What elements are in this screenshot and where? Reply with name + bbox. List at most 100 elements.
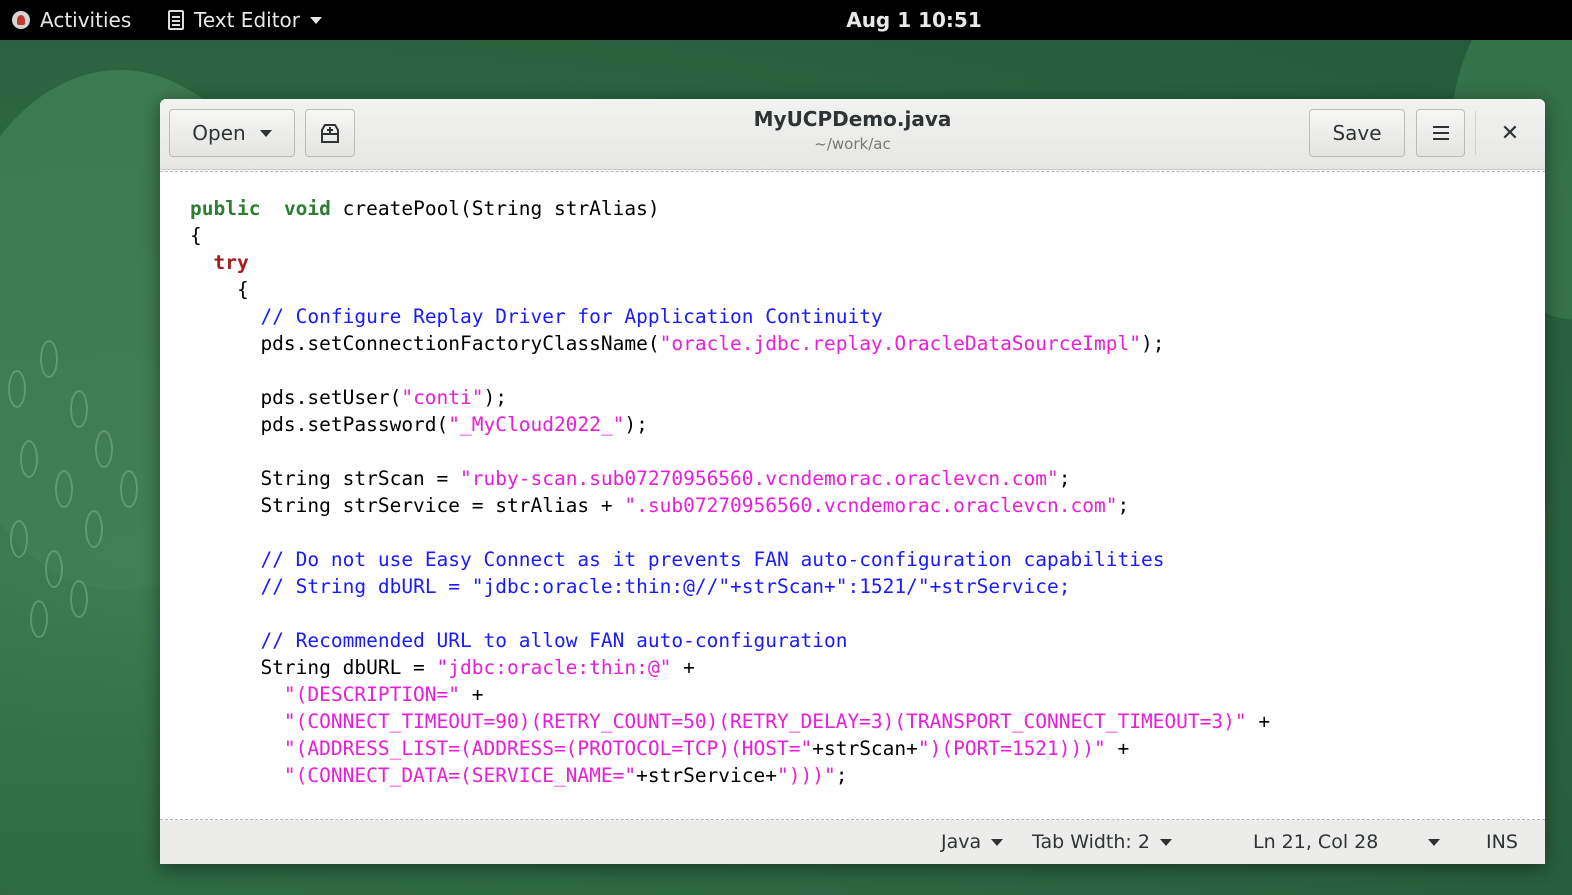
code-line: String strService = strAlias + ".sub0727… [190, 492, 1270, 519]
code-line: public void createPool(String strAlias) [190, 195, 1270, 222]
comment: // String dbURL = "jdbc:oracle:thin:@//"… [260, 575, 1071, 598]
code-editor[interactable]: public void createPool(String strAlias){… [160, 173, 1545, 819]
string-literal: ")))" [777, 764, 836, 787]
comment: // Recommended URL to allow FAN auto-con… [260, 629, 848, 652]
tab-width-selector[interactable]: Tab Width: 2 [1032, 820, 1172, 864]
code-token: pds.setPassword( [190, 413, 449, 436]
code-line: String strScan = "ruby-scan.sub072709565… [190, 465, 1270, 492]
save-button[interactable]: Save [1309, 109, 1405, 157]
code-line: // Recommended URL to allow FAN auto-con… [190, 627, 1270, 654]
activities-label: Activities [40, 8, 132, 32]
open-button[interactable]: Open [169, 109, 295, 157]
code-text[interactable]: public void createPool(String strAlias){… [190, 195, 1270, 789]
string-literal: ".sub07270956560.vcndemorac.oraclevcn.co… [624, 494, 1118, 517]
code-token: + [1246, 710, 1271, 733]
cursor-position-label: Ln 21, Col 28 [1253, 831, 1379, 853]
header-bar: Open MyUCPDemo.java ~/work/ac Save ✕ [160, 99, 1545, 170]
new-document-button[interactable] [305, 109, 355, 157]
code-token: + [671, 656, 695, 679]
code-token: pds.setUser( [190, 386, 402, 409]
code-token: { [190, 278, 249, 301]
code-line: pds.setUser("conti"); [190, 384, 1270, 411]
code-token: String strScan = [190, 467, 461, 490]
string-literal: "jdbc:oracle:thin:@" [436, 656, 672, 679]
code-token: String dbURL = [190, 656, 437, 679]
string-literal: "(DESCRIPTION=" [283, 683, 461, 706]
code-line: // Do not use Easy Connect as it prevent… [190, 546, 1270, 573]
code-line: String dbURL = "jdbc:oracle:thin:@" + [190, 654, 1270, 681]
string-literal: "conti" [401, 386, 484, 409]
cursor-position[interactable]: Ln 21, Col 28 [1253, 820, 1378, 864]
app-menu-label: Text Editor [194, 8, 300, 32]
code-token: ); [1140, 332, 1165, 355]
code-line: // Configure Replay Driver for Applicati… [190, 303, 1270, 330]
code-line: pds.setConnectionFactoryClassName("oracl… [190, 330, 1270, 357]
code-token: pds.setConnectionFactoryClassName( [190, 332, 660, 355]
hamburger-menu-icon [1432, 132, 1449, 134]
language-label: Java [941, 831, 982, 853]
clock[interactable]: Aug 1 10:51 [846, 8, 982, 32]
new-tab-icon [321, 124, 339, 143]
text-editor-icon [168, 10, 184, 30]
insert-mode-label: INS [1486, 831, 1518, 853]
close-icon: ✕ [1500, 120, 1520, 146]
string-literal: "ruby-scan.sub07270956560.vcndemorac.ora… [460, 467, 1059, 490]
goto-line-dropdown[interactable] [1428, 820, 1440, 864]
code-token: +strScan+ [812, 737, 918, 760]
top-bar: Activities Text Editor Aug 1 10:51 [0, 0, 1572, 40]
code-line: "(CONNECT_TIMEOUT=90)(RETRY_COUNT=50)(RE… [190, 708, 1270, 735]
code-line: "(ADDRESS_LIST=(ADDRESS=(PROTOCOL=TCP)(H… [190, 735, 1270, 762]
keyword: public [190, 197, 261, 220]
code-line: try [190, 249, 1270, 276]
control-keyword: try [213, 251, 249, 274]
code-token: +strService+ [636, 764, 778, 787]
code-line: pds.setPassword("_MyCloud2022_"); [190, 411, 1270, 438]
code-token: ; [1058, 467, 1071, 490]
code-token: ; [835, 764, 848, 787]
text-editor-window: Open MyUCPDemo.java ~/work/ac Save ✕ pub… [160, 99, 1545, 864]
code-token: ; [1117, 494, 1130, 517]
code-line: // String dbURL = "jdbc:oracle:thin:@//"… [190, 573, 1270, 600]
chevron-down-icon [991, 838, 1004, 846]
string-literal: ")(PORT=1521)))" [917, 737, 1106, 760]
code-token: { [190, 224, 202, 247]
code-token: ); [624, 413, 648, 436]
code-token: String strService = strAlias + [190, 494, 625, 517]
chevron-down-icon [259, 129, 272, 137]
activities-button[interactable]: Activities [12, 0, 131, 40]
code-line: { [190, 276, 1270, 303]
comment: // Configure Replay Driver for Applicati… [260, 305, 883, 328]
keyword: void [283, 197, 331, 220]
comment: // Do not use Easy Connect as it prevent… [260, 548, 1165, 571]
menu-button[interactable] [1416, 109, 1465, 157]
insert-mode-indicator: INS [1486, 820, 1518, 864]
code-line: "(CONNECT_DATA=(SERVICE_NAME="+strServic… [190, 762, 1270, 789]
string-literal: "(ADDRESS_LIST=(ADDRESS=(PROTOCOL=TCP)(H… [283, 737, 813, 760]
code-line: "(DESCRIPTION=" + [190, 681, 1270, 708]
string-literal: "(CONNECT_DATA=(SERVICE_NAME=" [283, 764, 637, 787]
chevron-down-icon [310, 16, 322, 24]
tab-width-label: Tab Width: 2 [1032, 831, 1150, 853]
divider [1475, 111, 1476, 155]
chevron-down-icon [1159, 838, 1172, 846]
language-selector[interactable]: Java [941, 820, 1004, 864]
close-button[interactable]: ✕ [1490, 113, 1530, 153]
code-token: ); [483, 386, 507, 409]
code-line: { [190, 222, 1270, 249]
chevron-down-icon [1428, 838, 1440, 846]
fedora-icon [12, 11, 30, 29]
background-pattern [0, 330, 170, 670]
open-button-label: Open [192, 121, 246, 145]
app-menu-button[interactable]: Text Editor [168, 0, 322, 40]
